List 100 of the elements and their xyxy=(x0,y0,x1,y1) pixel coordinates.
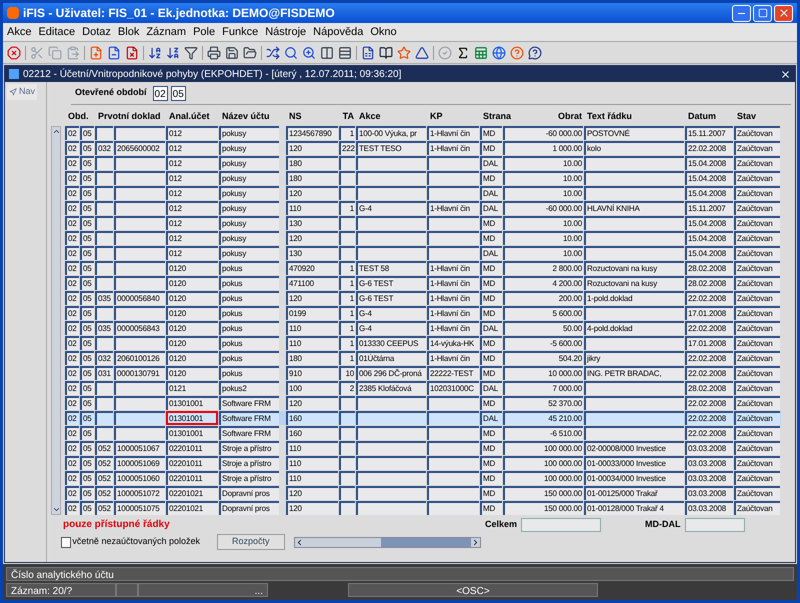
table-cell[interactable]: 02 xyxy=(65,366,79,380)
table-cell[interactable]: 1234567890 xyxy=(286,126,338,140)
table-row[interactable]: 02 05 035 0000056843 0120 pokus 110 1 G-4 1-Hlavní čin DAL 50.00 4-pold.doklad 22.02.2008 Zaúčtovan xyxy=(65,321,781,335)
check-icon[interactable] xyxy=(438,46,452,60)
period-field[interactable]: 05 xyxy=(170,86,186,100)
table-cell[interactable] xyxy=(584,216,684,230)
table-cell[interactable]: Zaúčtovan xyxy=(734,366,780,380)
table-cell[interactable]: pokusy xyxy=(219,126,279,140)
table-cell[interactable] xyxy=(356,411,426,425)
table-cell[interactable] xyxy=(114,246,165,260)
table-cell[interactable]: 0000056843 xyxy=(114,321,165,335)
globe-icon[interactable] xyxy=(492,46,506,60)
table-cell[interactable] xyxy=(584,186,684,200)
table-cell[interactable]: 14-výuka-HK xyxy=(427,336,479,350)
table-cell[interactable]: 0120 xyxy=(166,306,218,320)
table-row[interactable]: 02 05 0121 pokus2 100 2 2385 Klofáčová 102031000C DAL 7 000.00 28.02.2008 Zaúčtovan xyxy=(65,381,781,395)
table-cell[interactable]: 120 xyxy=(286,291,338,305)
table-cell[interactable] xyxy=(356,471,426,485)
table-cell[interactable]: 012 xyxy=(166,246,218,260)
table-cell[interactable]: MD xyxy=(480,276,502,290)
table-cell[interactable]: MD xyxy=(480,231,502,245)
table-cell[interactable]: 05 xyxy=(80,486,94,500)
table-row[interactable]: 02 05 0120 pokus 110 1 013330 CEEPUS 14-výuka-HK MD -5 600.00 17.01.2008 Zaúčtovan xyxy=(65,336,781,350)
columns-icon[interactable] xyxy=(320,46,334,60)
table-cell[interactable]: 032 xyxy=(95,351,113,365)
table-cell[interactable]: TEST TESO xyxy=(356,141,426,155)
table-cell[interactable] xyxy=(114,261,165,275)
table-cell[interactable] xyxy=(356,486,426,500)
table-cell[interactable] xyxy=(114,336,165,350)
table-cell[interactable]: 02201011 xyxy=(166,456,218,470)
table-cell[interactable]: 130 xyxy=(286,246,338,260)
table-cell[interactable] xyxy=(114,426,165,440)
table-cell[interactable]: 2 xyxy=(339,381,355,395)
table-cell[interactable] xyxy=(356,246,426,260)
table-cell[interactable]: 110 xyxy=(286,201,338,215)
table-cell[interactable]: 17.01.2008 xyxy=(685,306,733,320)
table-cell[interactable]: Zaúčtovan xyxy=(734,441,780,455)
table-cell[interactable]: MD xyxy=(480,291,502,305)
table-cell[interactable]: Zaúčtovan xyxy=(734,471,780,485)
table-cell[interactable] xyxy=(356,501,426,515)
table-row[interactable]: 02 05 012 pokusy 130 MD 10.00 15.04.2008 Zaúčtovan xyxy=(65,216,781,230)
table-cell[interactable]: 10.00 xyxy=(503,171,583,185)
table-cell[interactable]: 22.02.2008 xyxy=(685,141,733,155)
table-cell[interactable]: pokus xyxy=(219,261,279,275)
table-cell[interactable] xyxy=(427,156,479,170)
table-cell[interactable]: 0199 xyxy=(286,306,338,320)
table-cell[interactable]: 0120 xyxy=(166,276,218,290)
table-cell[interactable]: 052 xyxy=(95,486,113,500)
table-cell[interactable]: 1-pold.doklad xyxy=(584,291,684,305)
table-cell[interactable]: 05 xyxy=(80,186,94,200)
table-cell[interactable]: Software FRM xyxy=(219,411,279,425)
table-cell[interactable] xyxy=(95,186,113,200)
table-cell[interactable]: Zaúčtovan xyxy=(734,486,780,500)
table-cell[interactable]: G-4 xyxy=(356,201,426,215)
menu-item[interactable]: Editace xyxy=(38,24,76,40)
table-cell[interactable]: 1000051067 xyxy=(114,441,165,455)
table-row[interactable]: 02 05 012 pokusy 180 DAL 10.00 15.04.2008 Zaúčtovan xyxy=(65,156,781,170)
table-cell[interactable] xyxy=(95,261,113,275)
table-cell[interactable]: 100 000.00 xyxy=(503,441,583,455)
scroll-up-icon[interactable] xyxy=(52,127,61,136)
table-cell[interactable]: 1000051069 xyxy=(114,456,165,470)
table-cell[interactable]: 02 xyxy=(65,456,79,470)
table-cell[interactable]: 01301001 xyxy=(166,411,218,425)
table-cell[interactable]: Zaúčtovan xyxy=(734,246,780,260)
table-cell[interactable]: 012 xyxy=(166,186,218,200)
table-cell[interactable]: 120 xyxy=(286,486,338,500)
table-cell[interactable] xyxy=(427,501,479,515)
table-cell[interactable] xyxy=(339,411,355,425)
table-cell[interactable]: 05 xyxy=(80,201,94,215)
table-cell[interactable]: Zaúčtovan xyxy=(734,216,780,230)
table-cell[interactable]: 02201021 xyxy=(166,501,218,515)
table-cell[interactable]: 1000051072 xyxy=(114,486,165,500)
table-cell[interactable]: 22.02.2008 xyxy=(685,366,733,380)
menu-item[interactable]: Funkce xyxy=(222,24,258,40)
table-cell[interactable]: 02 xyxy=(65,396,79,410)
table-cell[interactable] xyxy=(427,441,479,455)
table-cell[interactable]: 05 xyxy=(80,321,94,335)
table-cell[interactable]: 180 xyxy=(286,171,338,185)
table-cell[interactable]: 03.03.2008 xyxy=(685,471,733,485)
table-cell[interactable]: 1 000.00 xyxy=(503,141,583,155)
table-cell[interactable]: 0120 xyxy=(166,351,218,365)
table-cell[interactable]: pokusy xyxy=(219,246,279,260)
table-cell[interactable]: 28.02.2008 xyxy=(685,261,733,275)
table-cell[interactable]: MD xyxy=(480,141,502,155)
table-cell[interactable]: 02 xyxy=(65,171,79,185)
minimize-button[interactable] xyxy=(732,4,751,22)
table-cell[interactable]: 1 xyxy=(339,351,355,365)
zoom-icon[interactable] xyxy=(302,46,316,60)
table-cell[interactable]: 1-Hlavní čin xyxy=(427,141,479,155)
table-cell[interactable] xyxy=(339,441,355,455)
table-cell[interactable]: 22.02.2008 xyxy=(685,411,733,425)
table-cell[interactable]: 02 xyxy=(65,231,79,245)
table-cell[interactable]: 05 xyxy=(80,456,94,470)
sheet-icon[interactable] xyxy=(361,46,375,60)
table-cell[interactable] xyxy=(114,411,165,425)
table-cell[interactable]: 110 xyxy=(286,456,338,470)
table-row[interactable]: 02 05 012 pokusy 110 1 G-4 1-Hlavní čin DAL -60 000.00 HLAVNÍ KNIHA 15.11.2007 Zaúčtovan xyxy=(65,201,781,215)
table-cell[interactable]: Zaúčtovan xyxy=(734,411,780,425)
table-cell[interactable]: 052 xyxy=(95,471,113,485)
scroll-thumb[interactable] xyxy=(381,538,471,546)
